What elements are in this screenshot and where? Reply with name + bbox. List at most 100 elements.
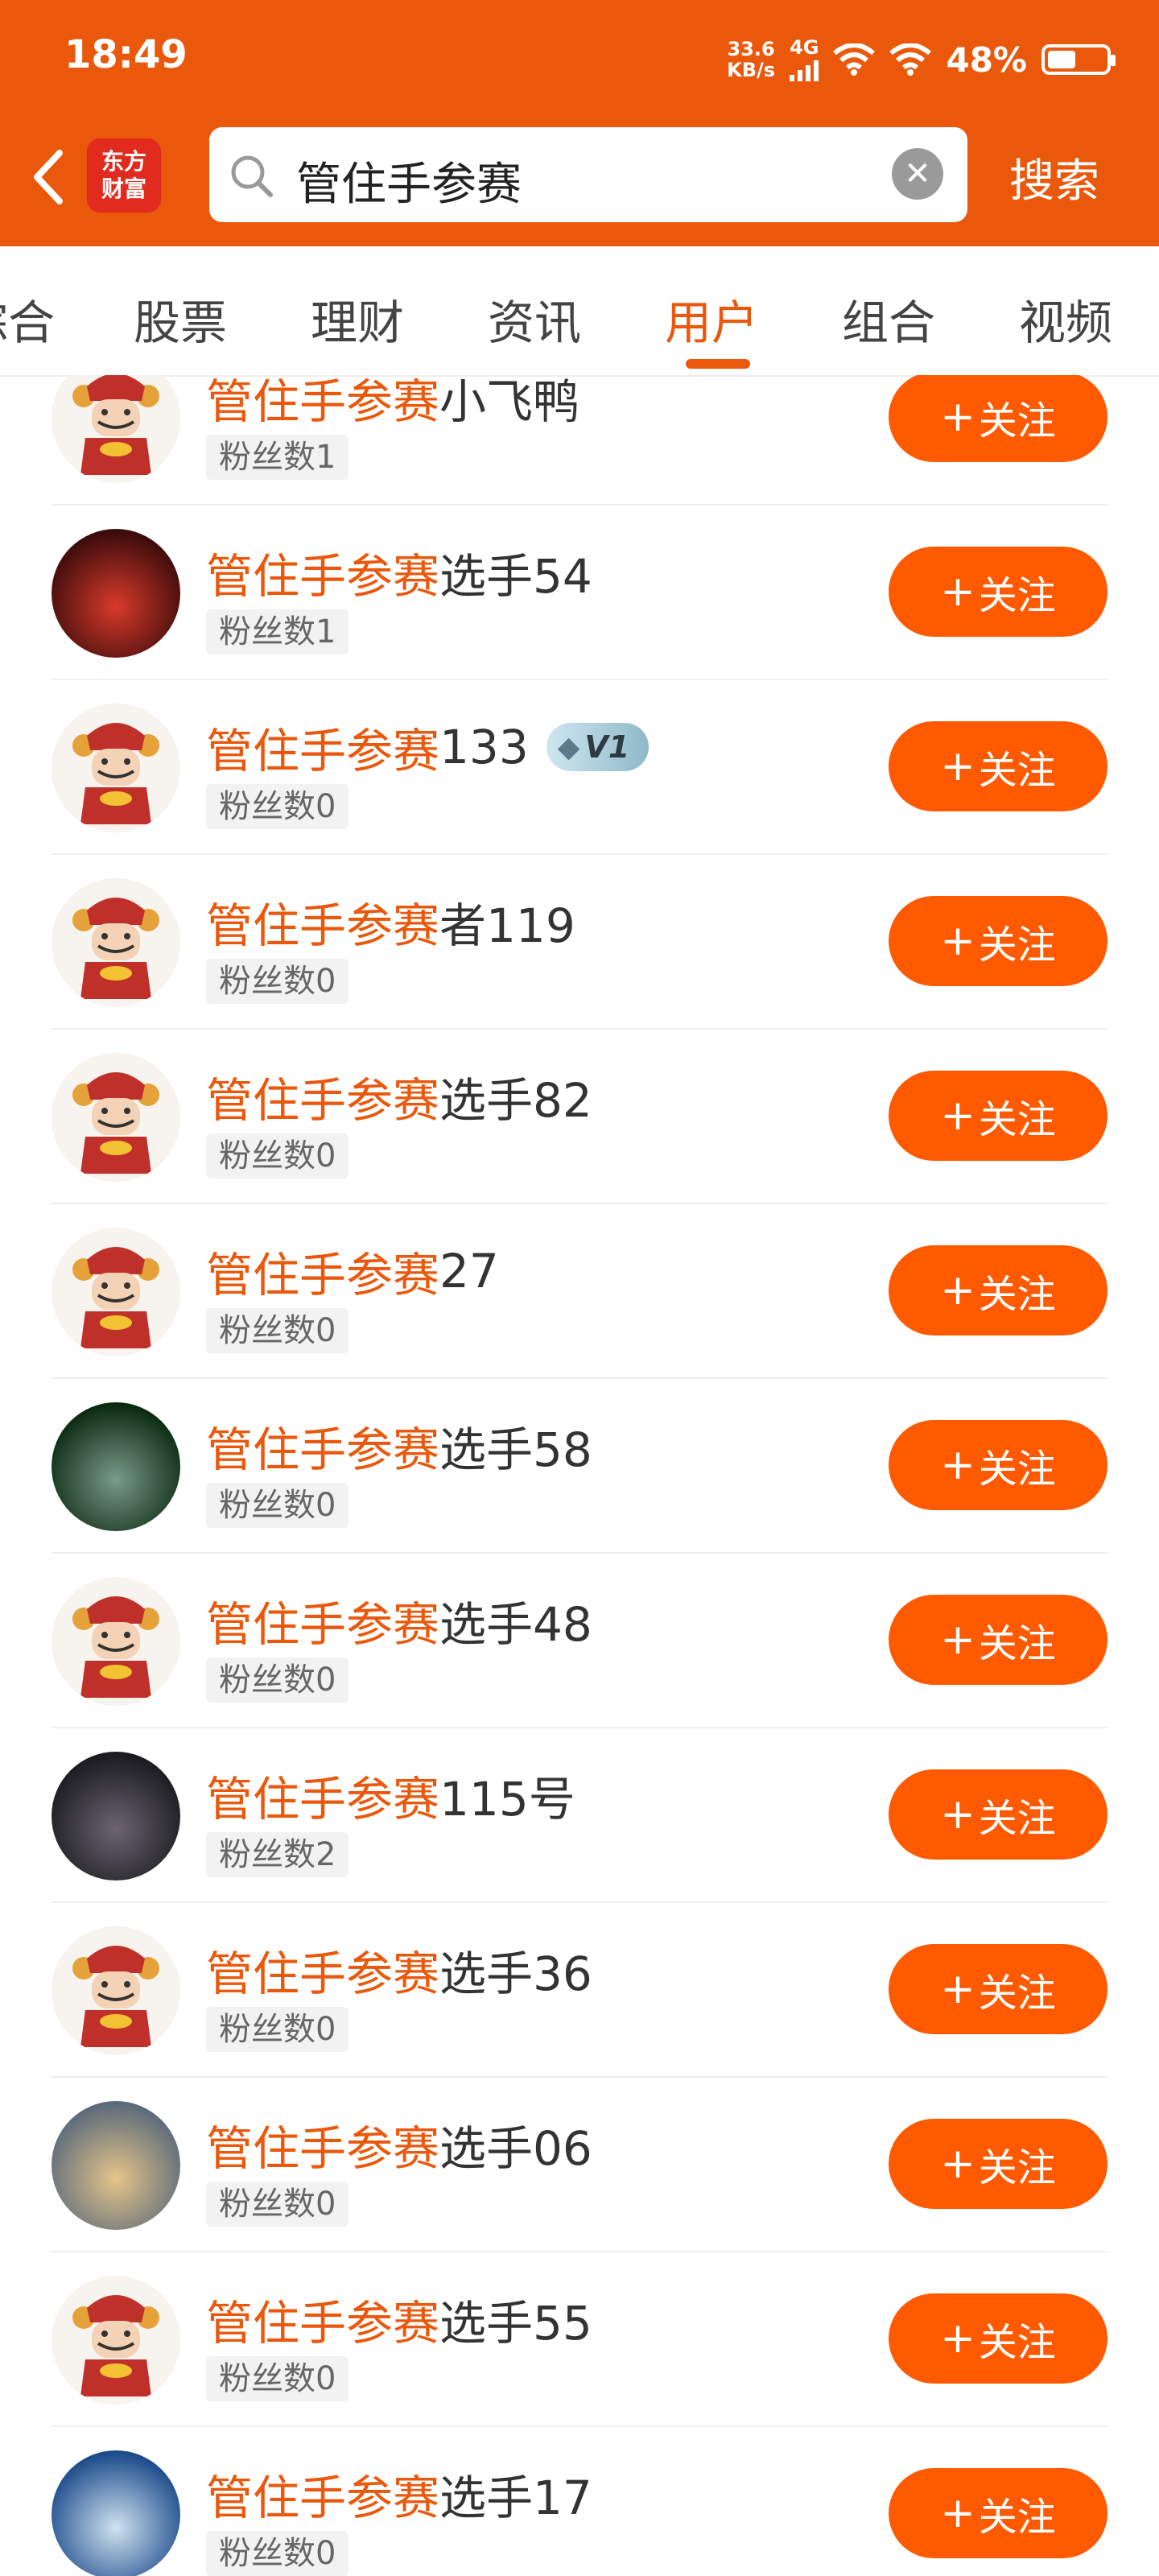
follow-button[interactable]: + 关注 [889,1595,1107,1685]
follow-button[interactable]: + 关注 [889,1944,1107,2034]
list-item[interactable]: 管住手参赛 选手54 粉丝数1 + 关注 [52,505,1107,680]
username[interactable]: 管住手参赛 选手17 [206,2460,592,2528]
follow-button[interactable]: + 关注 [889,1420,1107,1510]
mascot-avatar[interactable] [52,2276,180,2405]
username-suffix: 小飞鸭 [439,375,580,429]
mascot-avatar[interactable] [52,1053,180,1182]
username-highlight: 管住手参赛 [206,2121,440,2176]
list-item[interactable]: 管住手参赛 选手48 粉丝数0 + 关注 [52,1553,1107,1728]
app-logo[interactable]: 东方 财富 [87,138,161,213]
vip-badge: ◆ V1 [546,723,650,771]
search-button[interactable]: 搜索 [1009,145,1099,210]
fans-count: 粉丝数1 [206,435,349,480]
list-item[interactable]: 管住手参赛 选手58 粉丝数0 + 关注 [52,1378,1107,1554]
plus-icon: + [940,2140,975,2188]
username-suffix: 选手06 [439,2121,592,2176]
username-highlight: 管住手参赛 [206,375,440,429]
follow-button[interactable]: + 关注 [889,1245,1107,1335]
follow-label: 关注 [978,1272,1056,1317]
battery-icon [1041,44,1116,75]
list-item[interactable]: 管住手参赛 选手06 粉丝数0 + 关注 [52,2077,1107,2252]
follow-button[interactable]: + 关注 [889,1071,1107,1161]
wifi-icon [889,43,932,76]
wifi-icon [833,43,876,76]
list-item[interactable]: 管住手参赛 者119 粉丝数0 + 关注 [52,854,1107,1030]
list-item[interactable]: 管住手参赛 115号 粉丝数2 + 关注 [52,1728,1107,1903]
follow-button[interactable]: + 关注 [889,896,1107,986]
fans-count: 粉丝数0 [206,2007,349,2052]
username[interactable]: 管住手参赛 选手06 [206,2111,592,2178]
avatar[interactable] [52,2101,180,2230]
follow-button[interactable]: + 关注 [889,721,1107,811]
mascot-avatar[interactable] [52,704,180,832]
follow-button[interactable]: + 关注 [889,2293,1107,2384]
mascot-avatar[interactable] [52,375,180,483]
username-highlight: 管住手参赛 [206,1422,440,1477]
net-speed: 33.6 KB/s [727,39,775,80]
battery-fill [1048,51,1075,68]
username[interactable]: 管住手参赛 小飞鸭 [206,375,580,431]
username[interactable]: 管住手参赛 选手58 [206,1412,592,1480]
plus-icon: + [940,1266,975,1315]
avatar[interactable] [52,529,180,658]
username-suffix: 27 [439,1244,499,1298]
avatar[interactable] [52,1402,180,1531]
tab-stocks[interactable]: 股票 [134,285,227,353]
username[interactable]: 管住手参赛 选手82 [206,1063,592,1130]
username-highlight: 管住手参赛 [206,1073,440,1128]
mascot-avatar[interactable] [52,878,180,1007]
list-item[interactable]: 管住手参赛 选手36 粉丝数0 + 关注 [52,1902,1107,2078]
tab-users[interactable]: 用户 [665,285,758,353]
username[interactable]: 管住手参赛 115号 [206,1761,575,1829]
list-item[interactable]: 管住手参赛 133 ◆ V1 粉丝数0 + 关注 [52,679,1107,855]
username[interactable]: 管住手参赛 27 [206,1237,499,1305]
search-input[interactable]: 管住手参赛 ✕ [209,127,967,222]
list-item[interactable]: 管住手参赛 小飞鸭 粉丝数1 + 关注 [52,375,1107,506]
search-query: 管住手参赛 [296,159,522,211]
username-highlight: 管住手参赛 [206,724,440,778]
tab-news[interactable]: 资讯 [488,285,581,353]
plus-icon: + [940,568,975,616]
username[interactable]: 管住手参赛 选手36 [206,1936,592,2004]
follow-button[interactable]: + 关注 [889,2468,1107,2558]
tab-videos[interactable]: 视频 [1019,285,1112,353]
tab-wealth[interactable]: 理财 [311,285,404,353]
list-item[interactable]: 管住手参赛 选手55 粉丝数0 + 关注 [52,2252,1107,2427]
username[interactable]: 管住手参赛 选手55 [206,2285,592,2353]
list-item[interactable]: 管住手参赛 选手17 粉丝数0 + 关注 [52,2426,1107,2576]
list-item[interactable]: 管住手参赛 选手82 粉丝数0 + 关注 [52,1029,1107,1204]
follow-label: 关注 [978,1971,1056,2016]
username-suffix: 者119 [439,898,575,953]
follow-button[interactable]: + 关注 [889,1769,1107,1860]
follow-button[interactable]: + 关注 [889,547,1107,637]
plus-icon: + [940,1616,975,1664]
header-bar: 18:49 33.6 KB/s 4G 48% 东方 财富 管住手参赛 ✕ 搜索 [0,0,1159,246]
mascot-avatar[interactable] [52,1577,180,1706]
username[interactable]: 管住手参赛 者119 [206,888,575,956]
plus-icon: + [940,742,975,791]
username-suffix: 选手55 [439,2296,592,2351]
net-speed-unit: KB/s [727,59,776,81]
back-arrow-icon[interactable] [24,138,72,216]
username[interactable]: 管住手参赛 选手54 [206,539,592,606]
mascot-avatar[interactable] [52,1228,180,1356]
plus-icon: + [940,1790,975,1839]
username[interactable]: 管住手参赛 选手48 [206,1587,592,1654]
fans-count: 粉丝数0 [206,784,349,829]
fans-count: 粉丝数0 [206,2182,349,2227]
follow-label: 关注 [978,2320,1056,2365]
vip-badge-label: V1 [584,729,630,765]
tab-portfolios[interactable]: 组合 [842,285,935,353]
follow-button[interactable]: + 关注 [889,375,1107,462]
clear-icon[interactable]: ✕ [892,148,943,200]
tab-comprehensive[interactable]: 综合 [0,285,55,353]
follow-button[interactable]: + 关注 [889,2119,1107,2209]
fans-count: 粉丝数1 [206,609,349,654]
username[interactable]: 管住手参赛 133 ◆ V1 [206,713,650,781]
username-highlight: 管住手参赛 [206,549,440,604]
list-item[interactable]: 管住手参赛 27 粉丝数0 + 关注 [52,1203,1107,1379]
username-suffix: 选手54 [439,549,592,604]
avatar[interactable] [52,2450,180,2576]
avatar[interactable] [52,1752,180,1880]
mascot-avatar[interactable] [52,1926,180,2055]
